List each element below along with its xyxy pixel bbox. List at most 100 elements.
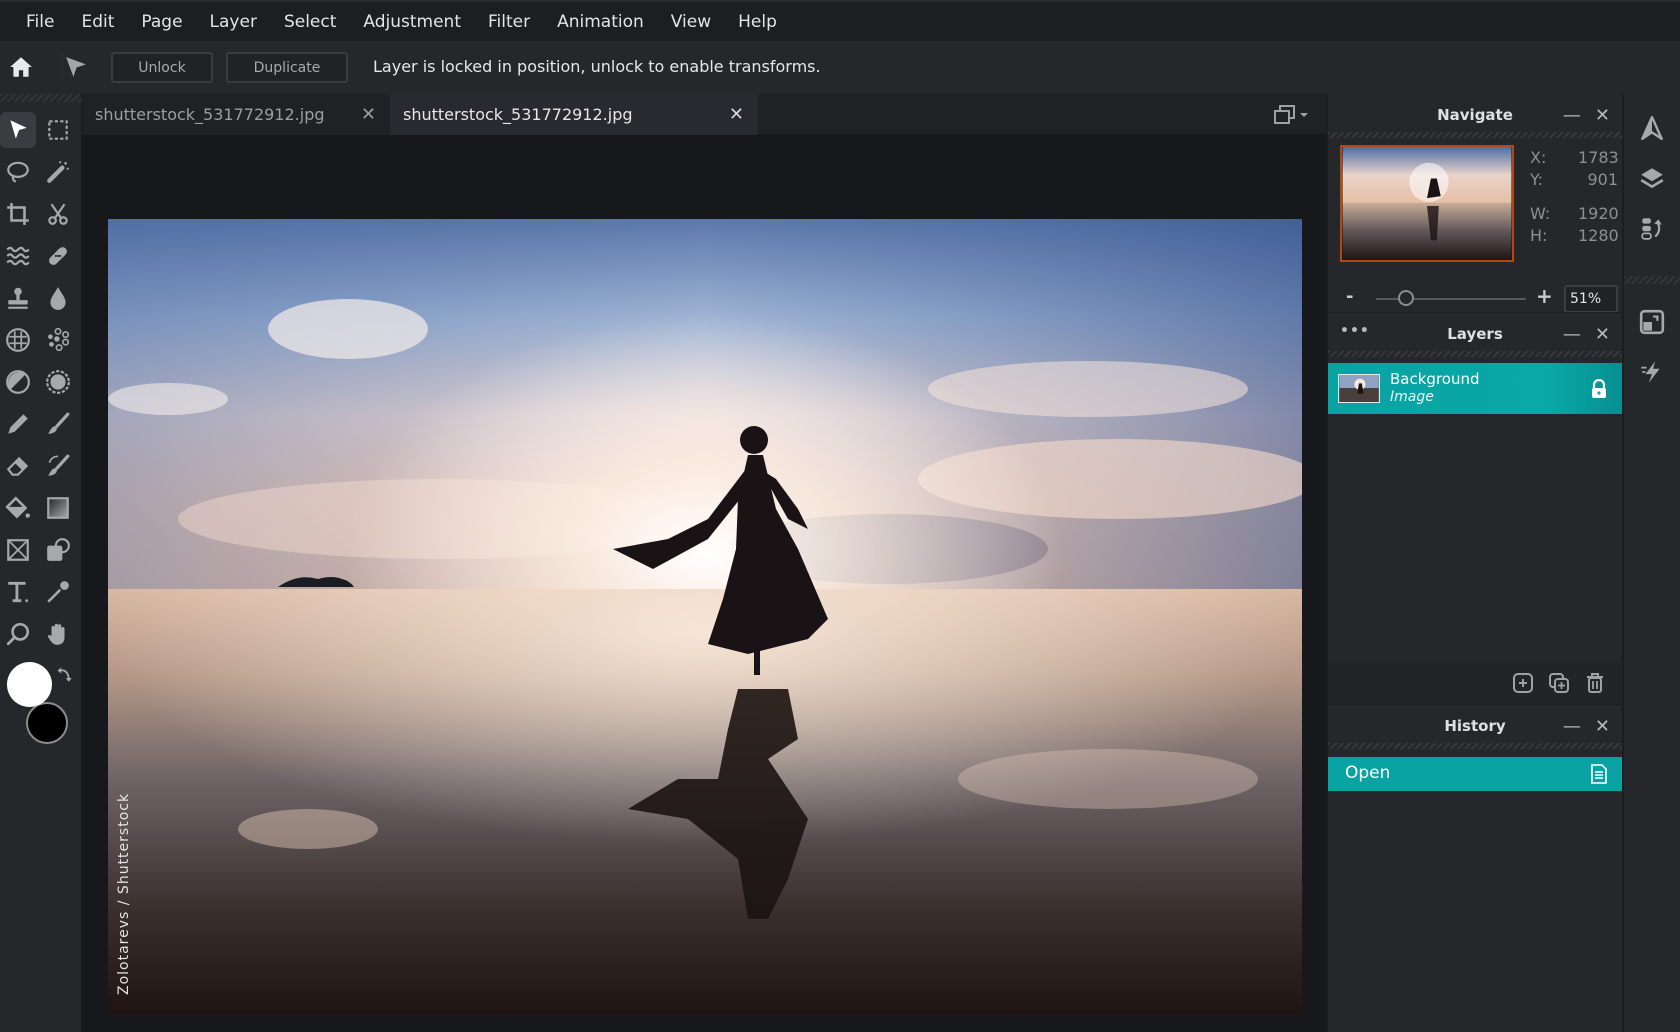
- zoom-controls: - + 51%: [1328, 280, 1622, 313]
- lock-icon[interactable]: [1590, 378, 1608, 399]
- magic-wand-tool[interactable]: [40, 154, 76, 190]
- document-image[interactable]: [108, 219, 1302, 1014]
- brush-tool[interactable]: [40, 406, 76, 442]
- layers-panel-header: ••• Layers — ✕: [1328, 313, 1622, 355]
- swap-colors-icon[interactable]: [56, 666, 74, 684]
- navigator-thumbnail[interactable]: [1340, 145, 1514, 262]
- y-label: Y:: [1530, 170, 1544, 189]
- paint-bucket-tool[interactable]: [0, 490, 36, 526]
- pattern-tool[interactable]: [0, 322, 36, 358]
- shape-tool[interactable]: [0, 532, 36, 568]
- marquee-select-tool[interactable]: [40, 112, 76, 148]
- resize-panel-toggle[interactable]: [1636, 306, 1668, 338]
- move-tool[interactable]: [0, 112, 36, 148]
- menu-help[interactable]: Help: [738, 12, 777, 32]
- layers-panel-toggle[interactable]: [1636, 162, 1668, 194]
- panel-drag-handle[interactable]: [0, 94, 82, 102]
- menu-adjustment[interactable]: Adjustment: [363, 12, 461, 32]
- tab-label: shutterstock_531772912.jpg: [95, 105, 325, 124]
- eraser-icon: [6, 456, 29, 476]
- blur-tool[interactable]: [40, 280, 76, 316]
- cut-tool[interactable]: [40, 196, 76, 232]
- close-icon[interactable]: ✕: [1595, 324, 1610, 345]
- move-tool-icon: [62, 54, 88, 80]
- liquify-tool[interactable]: [0, 238, 36, 274]
- foreground-color-swatch[interactable]: [7, 662, 52, 707]
- duplicate-layer-icon[interactable]: [1548, 672, 1570, 694]
- gradient-tool[interactable]: [40, 490, 76, 526]
- color-replace-tool[interactable]: [40, 448, 76, 484]
- layers-title: Layers: [1447, 325, 1503, 343]
- spot-tool[interactable]: [40, 322, 76, 358]
- menu-bar: File Edit Page Layer Select Adjustment F…: [0, 0, 1680, 41]
- h-label: H:: [1530, 226, 1548, 245]
- minimize-icon[interactable]: —: [1563, 105, 1581, 126]
- tab-document-1[interactable]: shutterstock_531772912.jpg ✕: [82, 94, 390, 135]
- pencil-tool[interactable]: [0, 406, 36, 442]
- dodge-burn-tool[interactable]: [0, 364, 36, 400]
- zoom-level-input[interactable]: 51%: [1564, 285, 1618, 313]
- panel-drag-handle[interactable]: [1624, 276, 1680, 284]
- lightning-icon: [1641, 361, 1660, 383]
- x-label: X:: [1530, 148, 1547, 167]
- add-layer-icon[interactable]: [1512, 672, 1534, 694]
- zoom-out-button[interactable]: -: [1346, 286, 1353, 307]
- w-value: 1920: [1578, 204, 1619, 223]
- lasso-tool[interactable]: [0, 154, 36, 190]
- hand-tool[interactable]: [40, 616, 76, 652]
- minimize-icon[interactable]: —: [1563, 716, 1581, 737]
- menu-page[interactable]: Page: [141, 12, 182, 32]
- zoom-tool[interactable]: [0, 616, 36, 652]
- menu-edit[interactable]: Edit: [81, 12, 114, 32]
- brush-icon: [48, 412, 70, 434]
- menu-select[interactable]: Select: [284, 12, 336, 32]
- actions-panel-toggle[interactable]: [1636, 356, 1668, 388]
- half-circle-icon: [6, 370, 30, 394]
- close-icon[interactable]: ✕: [1595, 105, 1610, 126]
- y-value: 901: [1587, 170, 1618, 189]
- custom-shape-tool[interactable]: [40, 532, 76, 568]
- background-color-swatch[interactable]: [26, 702, 68, 744]
- panel-drag-handle[interactable]: [1328, 132, 1622, 138]
- history-icon: [1641, 218, 1662, 240]
- text-tool[interactable]: [0, 574, 36, 610]
- navigate-panel-toggle[interactable]: [1636, 112, 1668, 144]
- menu-layer[interactable]: Layer: [210, 12, 257, 32]
- layer-item-background[interactable]: Background Image: [1328, 363, 1622, 414]
- delete-layer-icon[interactable]: [1584, 672, 1606, 694]
- duplicate-button[interactable]: Duplicate: [226, 52, 348, 83]
- eyedropper-tool[interactable]: [40, 574, 76, 610]
- sponge-tool[interactable]: [40, 364, 76, 400]
- history-item-label: Open: [1345, 763, 1391, 783]
- history-item-open[interactable]: Open: [1328, 757, 1622, 791]
- tab-document-2[interactable]: shutterstock_531772912.jpg ✕: [390, 94, 758, 135]
- close-icon[interactable]: ✕: [729, 104, 744, 125]
- zoom-slider-handle[interactable]: [1397, 290, 1414, 306]
- right-panels: Navigate — ✕ X: 1783 Y: 901 W: 1920 H: 12…: [1326, 94, 1624, 1032]
- crop-tool[interactable]: [0, 196, 36, 232]
- photo-credit: Zolotarevs / Shutterstock: [116, 792, 132, 995]
- minimize-icon[interactable]: —: [1563, 324, 1581, 345]
- close-icon[interactable]: ✕: [361, 104, 376, 125]
- clone-stamp-tool[interactable]: [0, 280, 36, 316]
- menu-file[interactable]: File: [26, 12, 54, 32]
- menu-filter[interactable]: Filter: [488, 12, 530, 32]
- more-options-icon[interactable]: •••: [1340, 323, 1370, 339]
- unlock-button[interactable]: Unlock: [111, 52, 213, 83]
- eraser-tool[interactable]: [0, 448, 36, 484]
- navigate-icon: [1641, 115, 1663, 141]
- crop-icon: [7, 203, 29, 225]
- dashed-rect-icon: [48, 120, 68, 140]
- zoom-in-button[interactable]: +: [1536, 284, 1553, 308]
- menu-animation[interactable]: Animation: [557, 12, 644, 32]
- history-panel-toggle[interactable]: [1636, 212, 1668, 244]
- dots-cluster-icon: [48, 327, 70, 352]
- panel-drag-handle[interactable]: [1328, 351, 1622, 357]
- panel-drag-handle[interactable]: [1328, 743, 1622, 749]
- healing-tool[interactable]: [40, 238, 76, 274]
- arrange-windows-icon[interactable]: [1272, 103, 1312, 127]
- menu-view[interactable]: View: [671, 12, 711, 32]
- close-icon[interactable]: ✕: [1595, 716, 1610, 737]
- home-icon[interactable]: [8, 54, 34, 80]
- text-icon: [8, 581, 29, 603]
